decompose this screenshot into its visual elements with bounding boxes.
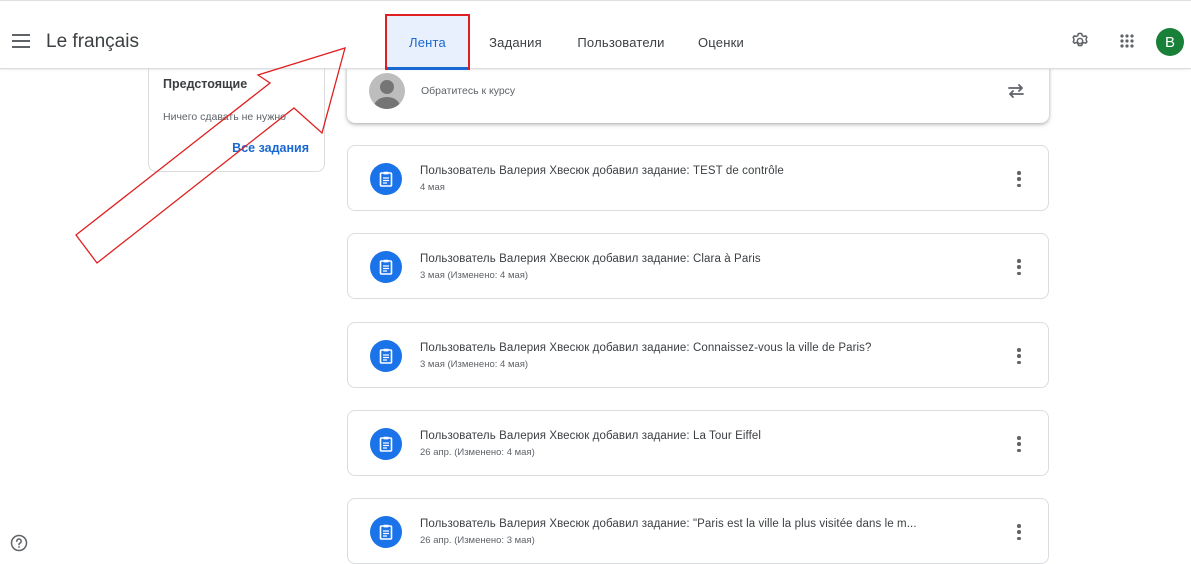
repost-icon[interactable]: [1005, 80, 1027, 102]
more-vert-icon[interactable]: [1014, 345, 1024, 367]
stream-item-title[interactable]: Пользователь Валерия Хвесюк добавил зада…: [420, 165, 784, 177]
stream-item-title[interactable]: Пользователь Валерия Хвесюк добавил зада…: [420, 253, 761, 265]
stream-item[interactable]: Пользователь Валерия Хвесюк добавил зада…: [347, 145, 1049, 211]
course-title[interactable]: Le français: [46, 31, 139, 53]
stream-item-title[interactable]: Пользователь Валерия Хвесюк добавил зада…: [420, 518, 917, 530]
apps-icon[interactable]: [1115, 29, 1139, 53]
stream-item-title[interactable]: Пользователь Валерия Хвесюк добавил зада…: [420, 430, 761, 442]
tab-bar: Лента Задания Пользователи Оценки: [385, 14, 761, 70]
tab-classwork[interactable]: Задания: [470, 14, 561, 70]
stream-item-date: 3 мая (Изменено: 4 мая): [420, 270, 529, 281]
more-vert-icon[interactable]: [1014, 433, 1024, 455]
upcoming-title: Предстоящие: [163, 77, 248, 91]
all-assignments-link[interactable]: Все задания: [232, 141, 309, 155]
more-vert-icon[interactable]: [1014, 168, 1024, 190]
user-avatar: [369, 73, 405, 109]
stream-item[interactable]: Пользователь Валерия Хвесюк добавил зада…: [347, 233, 1049, 299]
more-vert-icon[interactable]: [1014, 256, 1024, 278]
assignment-icon: [370, 428, 402, 460]
stream-item-title[interactable]: Пользователь Валерия Хвесюк добавил зада…: [420, 342, 872, 354]
upcoming-empty-text: Ничего сдавать не нужно: [163, 111, 286, 123]
stream-item[interactable]: Пользователь Валерия Хвесюк добавил зада…: [347, 410, 1049, 476]
stream-item-date: 4 мая: [420, 182, 445, 193]
top-app-bar: Le français Лента Задания Пользователи О…: [0, 0, 1191, 70]
assignment-icon: [370, 251, 402, 283]
assignment-icon: [370, 163, 402, 195]
assignment-icon: [370, 516, 402, 548]
stream-item-date: 26 апр. (Изменено: 4 мая): [420, 447, 535, 458]
announce-placeholder[interactable]: Обратитесь к курсу: [421, 85, 515, 97]
tab-people[interactable]: Пользователи: [561, 14, 681, 70]
assignment-icon: [370, 340, 402, 372]
more-vert-icon[interactable]: [1014, 521, 1024, 543]
settings-icon[interactable]: [1068, 29, 1092, 53]
menu-icon[interactable]: [8, 28, 34, 54]
help-icon[interactable]: [10, 534, 28, 552]
stream-item-date: 3 мая (Изменено: 4 мая): [420, 359, 529, 370]
account-avatar[interactable]: В: [1156, 28, 1184, 56]
tab-grades[interactable]: Оценки: [681, 14, 761, 70]
stream-item[interactable]: Пользователь Валерия Хвесюк добавил зада…: [347, 322, 1049, 388]
stream-item-date: 26 апр. (Изменено: 3 мая): [420, 535, 535, 546]
tab-stream[interactable]: Лента: [385, 14, 470, 70]
stream-item[interactable]: Пользователь Валерия Хвесюк добавил зада…: [347, 498, 1049, 564]
